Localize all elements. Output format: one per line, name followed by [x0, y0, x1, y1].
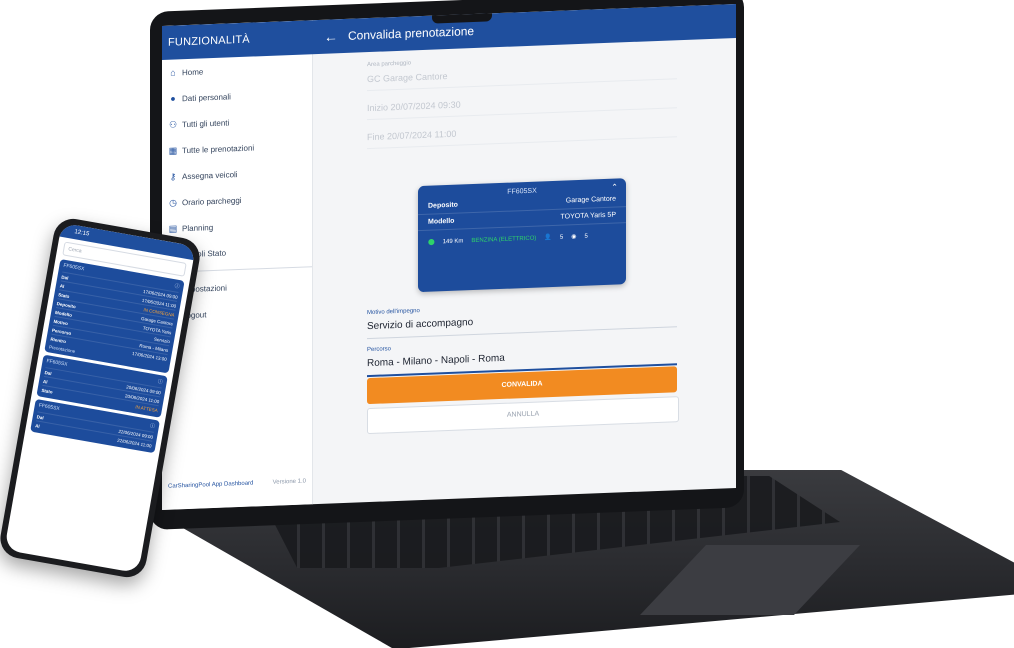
phone-row-key: Dal: [61, 274, 69, 281]
phone-row-value: 22/06/2024 11:00: [116, 437, 152, 449]
phone-booking-card[interactable]: FF605SX ⓘ Dal 17/06/2024 09:00 Al 17/06/2024 …: [44, 259, 185, 374]
doors-value: 5: [584, 233, 588, 240]
info-icon[interactable]: ⓘ: [149, 422, 155, 430]
sidebar-item-label: Orario parcheggi: [182, 195, 242, 207]
phone-row-value: IN ATTESA: [134, 403, 159, 413]
calendar-icon: ▦: [168, 145, 178, 156]
phone-row-key: Al: [42, 378, 48, 385]
phone-row-key: Dal: [44, 369, 53, 376]
page-title: Convalida prenotazione: [348, 24, 475, 43]
app-version: Versione 1.0: [272, 478, 306, 486]
range-icon: ⬤: [428, 239, 435, 246]
planning-icon: ▤: [168, 223, 178, 234]
phone-row-key: Al: [34, 422, 41, 429]
phone-card-list: FF605SX ⓘ Dal 17/06/2024 09:00 Al 17/06/2024 …: [25, 258, 189, 454]
phone-row-key: Al: [59, 282, 65, 289]
back-arrow-icon[interactable]: ←: [324, 28, 338, 45]
vehicle-card[interactable]: ⌃ FF605SX Deposito Garage Cantore Modell…: [418, 178, 626, 293]
app-name: CarSharingPool App Dashboard: [168, 480, 254, 490]
seats-value: 5: [559, 234, 564, 241]
sidebar-item-label: Tutte le prenotazioni: [182, 142, 255, 155]
person-icon: ●: [170, 93, 176, 104]
sidebar-item-label: Planning: [182, 222, 214, 233]
clock-icon: ◷: [169, 197, 177, 208]
users-icon: ⚇: [168, 119, 178, 130]
seats-icon: 👤: [544, 235, 552, 242]
model-value: TOYOTA Yaris 5P: [560, 211, 616, 221]
doors-icon: ◉: [571, 234, 577, 241]
phone-row-key: Stato: [41, 387, 54, 395]
sidebar-item-label: Assegna veicoli: [182, 169, 238, 181]
info-icon[interactable]: ⓘ: [157, 378, 163, 386]
key-icon: ⚷: [169, 171, 177, 182]
laptop-screen: FUNZIONALITÀ ⌂ Home ● Dati personali ⚇ Tutti …: [162, 3, 736, 510]
phone-row-key: Dal: [36, 413, 45, 420]
sidebar-footer: CarSharingPool App Dashboard Versione 1.…: [168, 478, 306, 489]
sidebar-header: FUNZIONALITÀ: [162, 20, 312, 61]
chevron-up-icon[interactable]: ⌃: [611, 182, 618, 191]
home-icon: ⌂: [170, 67, 176, 78]
sidebar-item-label: Dati personali: [182, 91, 231, 103]
start-datetime-field[interactable]: Inizio 20/07/2024 09:30: [367, 85, 677, 121]
fuel-type: BENZINA (ELETTRICO): [471, 235, 537, 244]
deposit-label: Deposito: [428, 201, 458, 210]
deposit-value: Garage Cantore: [565, 195, 616, 205]
end-datetime-field[interactable]: Fine 20/07/2024 11:00: [367, 114, 677, 150]
info-icon[interactable]: ⓘ: [174, 282, 180, 290]
sidebar-item-label: Home: [182, 66, 204, 77]
model-label: Modello: [428, 217, 455, 226]
booking-form: Area parcheggio GC Garage Cantore Inizio…: [367, 50, 677, 155]
range-value: 149 Km: [442, 237, 464, 245]
sidebar-item-label: Tutti gli utenti: [182, 117, 230, 129]
